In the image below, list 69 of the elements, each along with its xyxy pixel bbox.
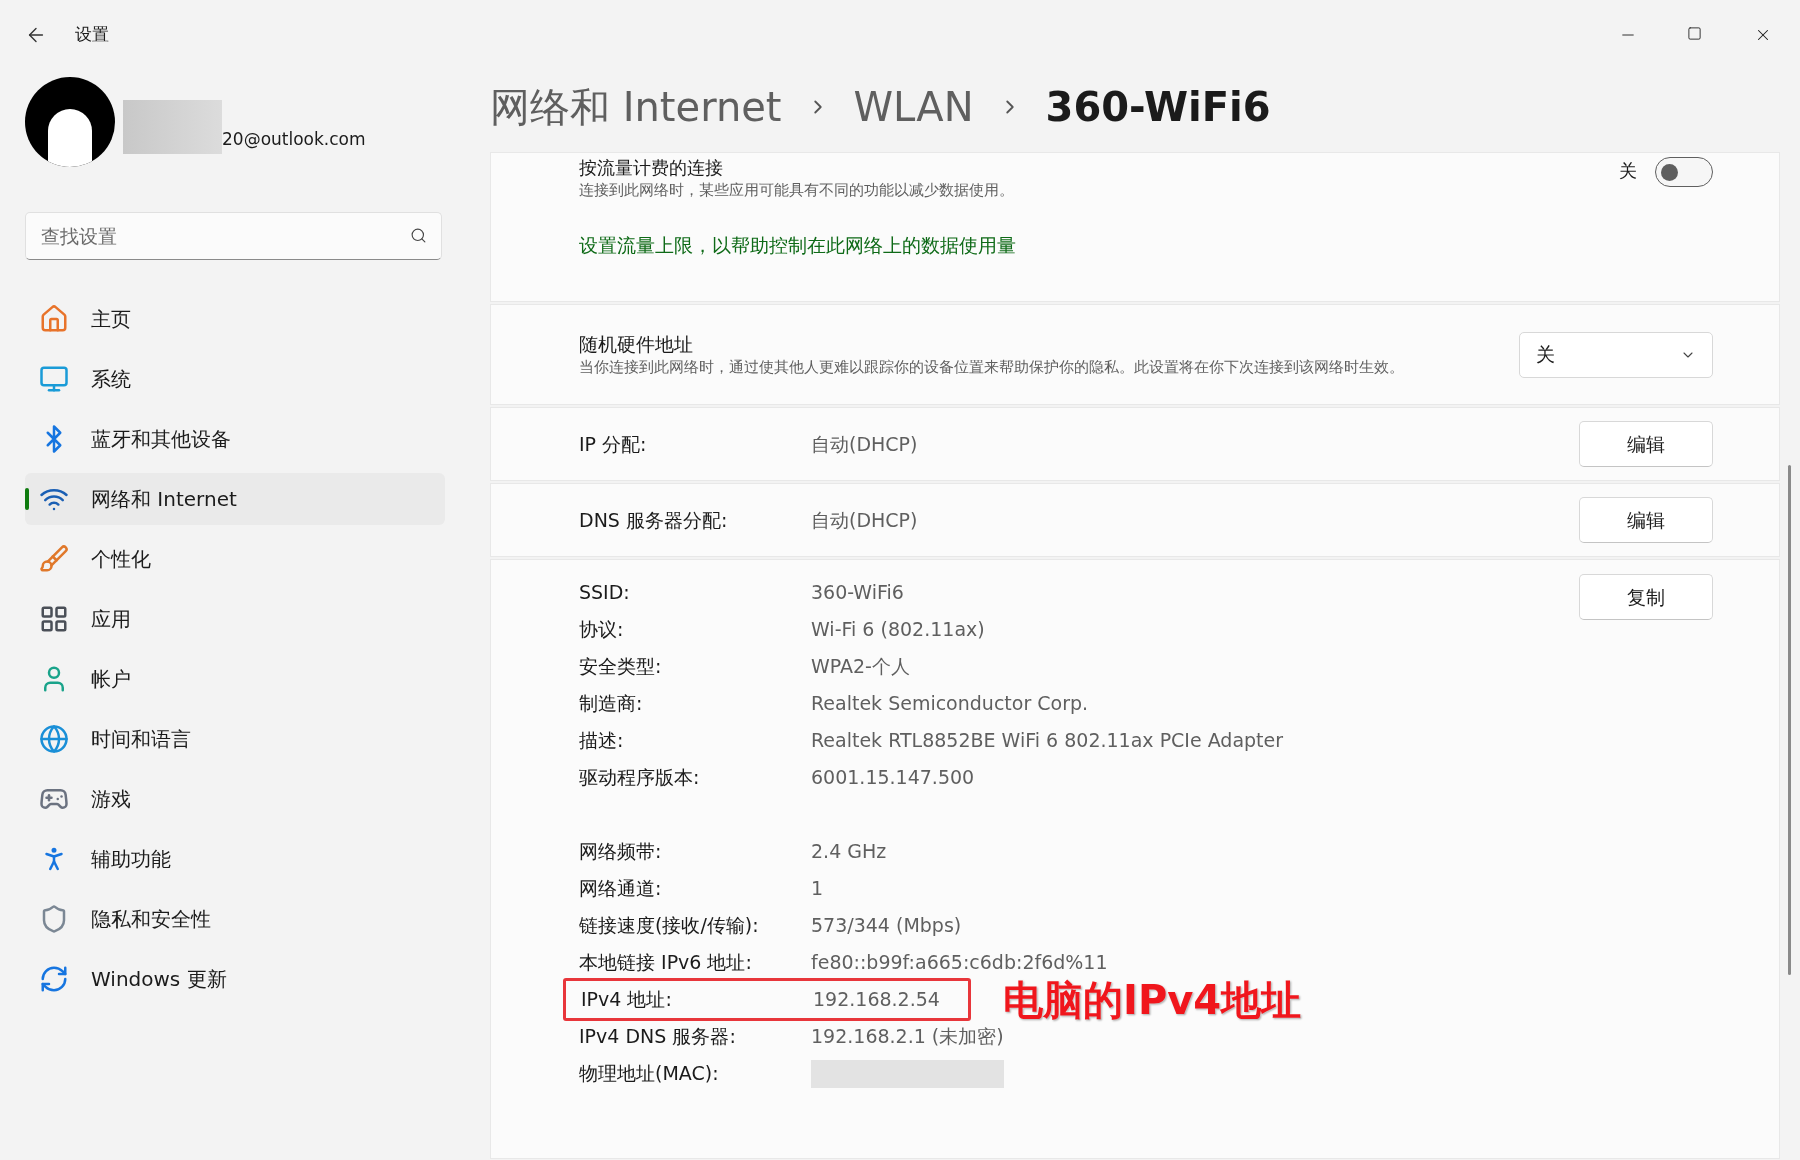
property-label: 链接速度(接收/传输):: [579, 913, 760, 939]
property-value: Wi-Fi 6 (802.11ax): [811, 617, 985, 643]
property-label: 描述:: [579, 728, 625, 754]
property-label: 网络频带:: [579, 839, 663, 865]
nav-item[interactable]: 辅助功能: [25, 833, 445, 885]
monitor-icon: [39, 364, 69, 394]
property-label: IPv4 DNS 服务器:: [579, 1024, 737, 1050]
annotation-text: 电脑的IPv4地址: [1003, 975, 1302, 1025]
nav-item[interactable]: 帐户: [25, 653, 445, 705]
account-email: 20@outlook.com: [222, 128, 366, 152]
breadcrumb-item[interactable]: 网络和 Internet: [490, 77, 782, 137]
breadcrumb-item[interactable]: WLAN: [853, 77, 974, 137]
data-limit-link[interactable]: 设置流量上限，以帮助控制在此网络上的数据使用量: [579, 231, 1619, 260]
brush-icon: [39, 544, 69, 574]
property-value: 2.4 GHz: [811, 839, 887, 865]
edit-button[interactable]: 编辑: [1579, 421, 1713, 467]
nav-item[interactable]: 游戏: [25, 773, 445, 825]
globe-clock-icon: [39, 724, 69, 754]
apps-icon: [39, 604, 69, 634]
toggle-label: 关: [1619, 159, 1637, 183]
property-label: SSID:: [579, 580, 631, 606]
dropdown[interactable]: 关: [1519, 331, 1713, 378]
scrollbar[interactable]: [1788, 465, 1791, 975]
nav-item[interactable]: 网络和 Internet: [25, 473, 445, 525]
property-value: 6001.15.147.500: [811, 765, 975, 791]
property-value: fe80::b99f:a665:c6db:2f6d%11: [811, 950, 1108, 976]
setting-title: 随机硬件地址: [579, 331, 694, 356]
property-value: Realtek Semiconductor Corp.: [811, 691, 1089, 717]
property-label: 制造商:: [579, 691, 644, 717]
nav-item[interactable]: 主页: [25, 293, 445, 345]
property-value: 192.168.2.54: [813, 987, 940, 1013]
row-value: 自动(DHCP): [811, 431, 919, 457]
setting-title: 按流量计费的连接: [579, 157, 724, 179]
selection-indicator: [25, 488, 29, 510]
setting-description: 连接到此网络时，某些应用可能具有不同的功能以减少数据使用。: [579, 180, 1015, 201]
property-value: Realtek RTL8852BE WiFi 6 802.11ax PCIe Adapter: [811, 728, 1284, 754]
row-label: IP 分配:: [579, 431, 648, 457]
property-value: 192.168.2.1 (未加密): [811, 1024, 1004, 1050]
nav-item[interactable]: Windows 更新: [25, 953, 445, 1005]
property-label: IPv4 地址:: [581, 987, 673, 1013]
home-icon: [39, 304, 69, 334]
edit-button[interactable]: 编辑: [1579, 497, 1713, 543]
nav-item[interactable]: 时间和语言: [25, 713, 445, 765]
breadcrumb-item: 360-WiFi6: [1045, 83, 1271, 132]
maximize-icon[interactable]: [1687, 26, 1702, 41]
property-label: 协议:: [579, 617, 625, 643]
nav-item[interactable]: 蓝牙和其他设备: [25, 413, 445, 465]
property-label: 网络通道:: [579, 876, 663, 902]
refresh-icon: [39, 964, 69, 994]
row-value: 自动(DHCP): [811, 507, 919, 533]
property-label: 物理地址(MAC):: [579, 1061, 720, 1087]
window-title: 设置: [75, 23, 109, 47]
search-field[interactable]: 查找设置: [25, 212, 442, 260]
toggle-switch[interactable]: [1655, 157, 1713, 187]
search-icon: [410, 227, 427, 244]
property-value: WPA2-个人: [811, 654, 910, 680]
property-label: 安全类型:: [579, 654, 663, 680]
property-value: 360-WiFi6: [811, 580, 904, 606]
property-label: 本地链接 IPv6 地址:: [579, 950, 753, 976]
row-label: DNS 服务器分配:: [579, 507, 729, 533]
nav-item[interactable]: 应用: [25, 593, 445, 645]
copy-button[interactable]: 复制: [1579, 574, 1713, 620]
property-value: 573/344 (Mbps): [811, 913, 962, 939]
nav-item[interactable]: 隐私和安全性: [25, 893, 445, 945]
nav-item[interactable]: 系统: [25, 353, 445, 405]
nav-item[interactable]: 个性化: [25, 533, 445, 585]
setting-description: 当你连接到此网络时，通过使其他人更难以跟踪你的设备位置来帮助保护你的隐私。此设置将在你下次连接到该网络时生效。: [579, 356, 1405, 378]
property-label: 驱动程序版本:: [579, 765, 701, 791]
property-value: 1: [811, 876, 824, 902]
